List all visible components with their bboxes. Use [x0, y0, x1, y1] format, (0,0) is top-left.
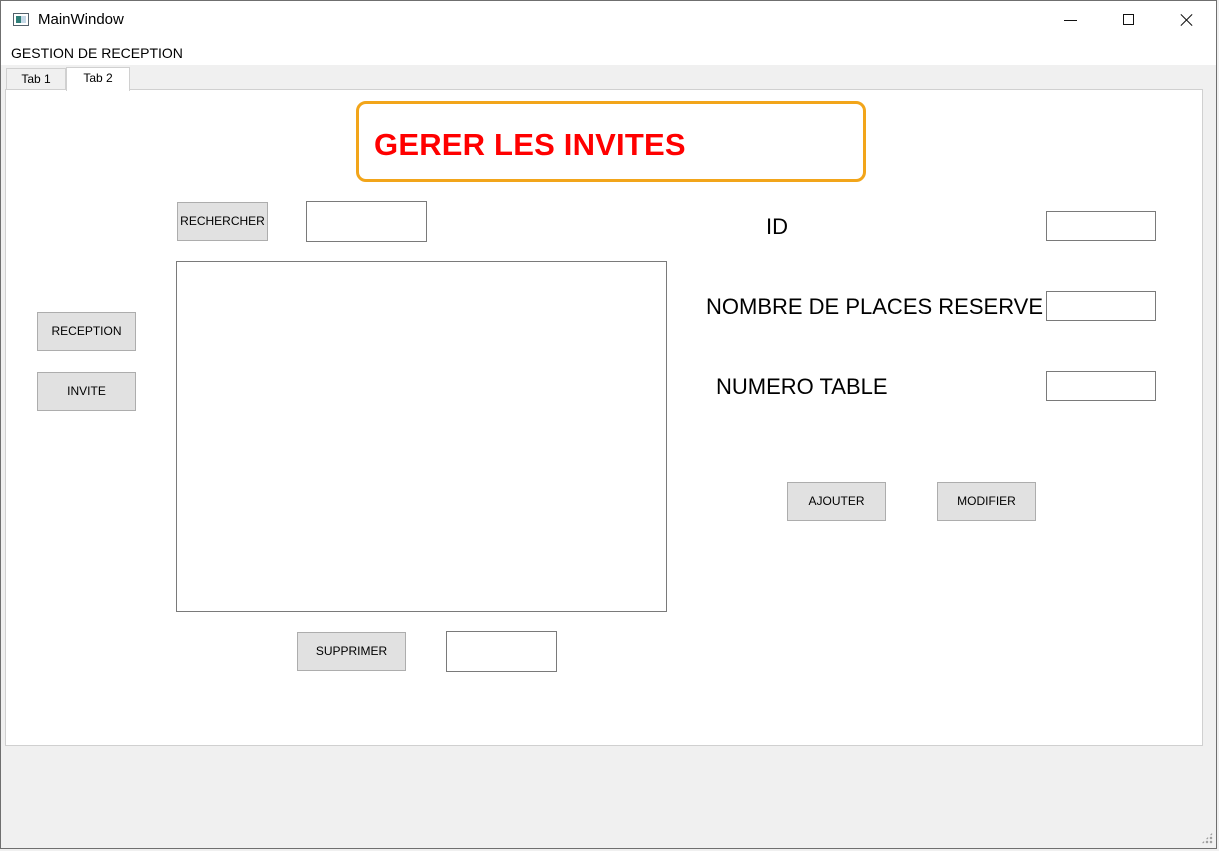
delete-button[interactable]: SUPPRIMER — [297, 632, 406, 671]
modify-button[interactable]: MODIFIER — [937, 482, 1036, 521]
page-title-box: GERER LES INVITES — [356, 101, 866, 182]
table-number-label: NUMERO TABLE — [716, 374, 888, 399]
places-label: NOMBRE DE PLACES RESERVE — [706, 294, 1044, 319]
table-number-input[interactable] — [1046, 371, 1156, 401]
id-label: ID — [766, 214, 788, 239]
tab-1[interactable]: Tab 1 — [6, 68, 66, 90]
menu-bar: GESTION DE RECEPTION — [1, 39, 1216, 65]
window-title: MainWindow — [38, 11, 124, 28]
reception-button[interactable]: RECEPTION — [37, 312, 136, 351]
search-button[interactable]: RECHERCHER — [177, 202, 268, 241]
minimize-icon — [1064, 20, 1077, 21]
minimize-button[interactable] — [1042, 1, 1100, 39]
title-bar[interactable]: MainWindow — [1, 1, 1216, 39]
invite-button[interactable]: INVITE — [37, 372, 136, 411]
maximize-button[interactable] — [1100, 1, 1158, 39]
app-window-icon — [13, 13, 29, 26]
delete-id-input[interactable] — [446, 631, 557, 672]
places-input[interactable] — [1046, 291, 1156, 321]
menu-title[interactable]: GESTION DE RECEPTION — [11, 45, 183, 61]
id-input[interactable] — [1046, 211, 1156, 241]
page-title: GERER LES INVITES — [374, 127, 686, 162]
add-button[interactable]: AJOUTER — [787, 482, 886, 521]
resize-grip-icon[interactable] — [1201, 832, 1213, 844]
search-input[interactable] — [306, 201, 427, 242]
close-icon — [1180, 13, 1194, 27]
main-window: MainWindow GESTION DE RECEPTION Tab 1 Ta… — [0, 0, 1217, 849]
invite-list[interactable] — [176, 261, 667, 612]
tab-2[interactable]: Tab 2 — [66, 67, 130, 91]
close-button[interactable] — [1158, 1, 1216, 39]
maximize-icon — [1123, 14, 1134, 25]
